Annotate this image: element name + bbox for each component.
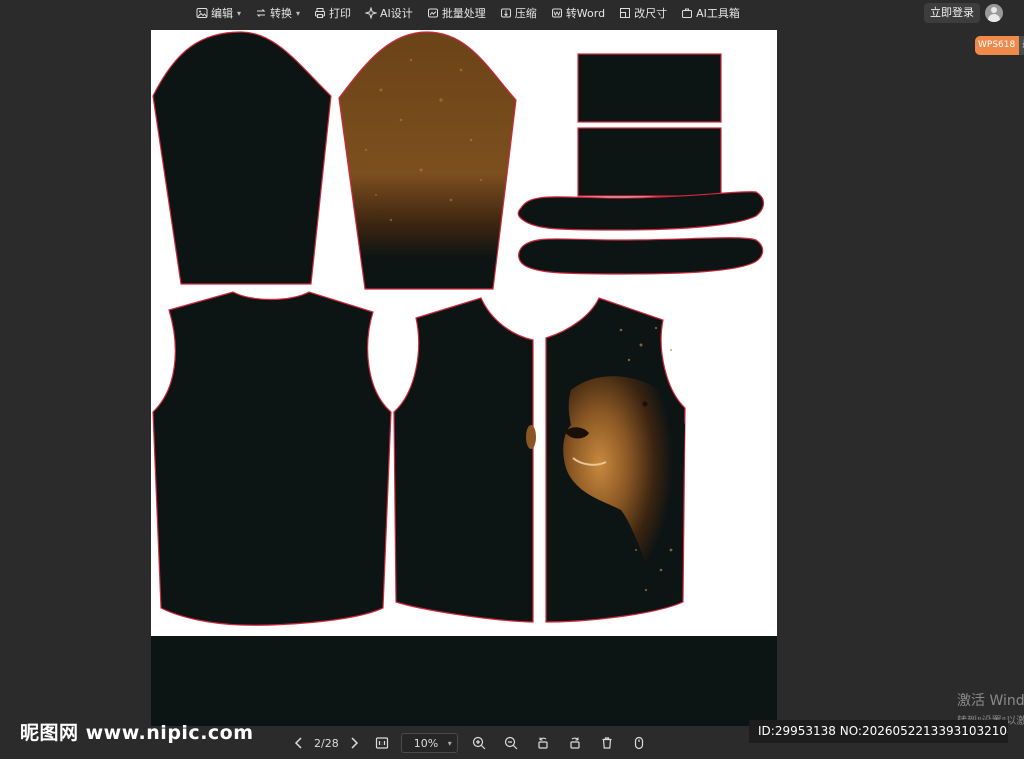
chevron-down-icon: ▾	[447, 738, 452, 748]
chevron-down-icon: ▾	[296, 8, 301, 18]
zoom-in-icon	[472, 736, 486, 750]
avatar-body	[988, 14, 1000, 22]
toolbar-to-word[interactable]: 转Word	[551, 5, 605, 21]
previous-page-button[interactable]	[288, 732, 310, 754]
sleeve-left	[152, 31, 332, 285]
waistband-2	[518, 237, 764, 275]
printer-icon	[315, 8, 326, 18]
collar-piece-1	[577, 53, 722, 123]
lion-eye	[642, 401, 648, 407]
toolbar-ai-design[interactable]: AI设计	[365, 5, 413, 21]
waistband-1	[517, 191, 765, 231]
toolbar-ai-toolbox-label: AI工具箱	[696, 7, 740, 20]
collar-piece-2	[577, 127, 722, 197]
login-button[interactable]: 立即登录	[924, 3, 980, 23]
toolbar-to-word-label: 转Word	[565, 7, 606, 20]
back-panel	[152, 291, 392, 626]
chevron-down-icon: ▾	[237, 8, 242, 18]
toolbar-resize-label: 改尺寸	[634, 7, 668, 20]
zoom-select[interactable]: 10% ▾	[400, 733, 458, 753]
promo-badge[interactable]: WPS618最	[975, 36, 1024, 55]
toolbar-batch[interactable]: 批量处理	[427, 5, 486, 21]
document-page-lower	[151, 636, 777, 726]
promo-extra: 最	[1019, 36, 1024, 55]
image-edit-icon	[196, 8, 208, 18]
trash-icon	[602, 737, 612, 749]
zoom-out-icon	[504, 736, 518, 750]
rotate-right-icon	[570, 737, 580, 749]
site-watermark: 昵图网 www.nipic.com	[20, 722, 254, 744]
toolbar-convert[interactable]: 转换 ▾	[255, 5, 300, 21]
rotate-left-icon	[538, 737, 548, 749]
toolbar-compress-label: 压缩	[514, 7, 537, 20]
zoom-in-button[interactable]	[468, 732, 490, 754]
toolbar-resize[interactable]: 改尺寸	[619, 5, 667, 21]
next-page-button[interactable]	[343, 732, 365, 754]
toolbar-tools: 编辑 ▾ 转换 ▾ 打印 AI设计 批量处理 压缩 转Word 改尺寸 AI工具…	[196, 0, 740, 26]
chevron-left-icon	[294, 737, 302, 749]
sleeve-right	[338, 31, 517, 290]
bottom-navigation: 2/28 10% ▾	[288, 731, 650, 755]
compress-icon	[500, 8, 511, 18]
top-toolbar: 编辑 ▾ 转换 ▾ 打印 AI设计 批量处理 压缩 转Word 改尺寸 AI工具…	[0, 0, 1024, 26]
page-indicator: 2/28	[314, 736, 339, 750]
zoom-value: 10%	[413, 736, 439, 750]
toolbar-print-label: 打印	[329, 7, 352, 20]
toolbar-print[interactable]: 打印	[314, 5, 351, 21]
avatar-head	[991, 7, 997, 13]
toolbar-ai-toolbox[interactable]: AI工具箱	[681, 5, 740, 21]
front-left-panel	[393, 297, 534, 623]
actual-size-button[interactable]	[371, 732, 393, 754]
toolbar-convert-label: 转换	[270, 7, 293, 20]
image-id-label: ID:29953138 NO:20260522133931032108	[749, 720, 1008, 743]
chevron-right-icon	[351, 737, 358, 749]
os-activation-title: 激活 Windows	[957, 693, 1024, 709]
toolbar-edit[interactable]: 编辑 ▾	[196, 5, 241, 21]
rotate-right-button[interactable]	[564, 732, 586, 754]
lion-ear-fragment	[526, 425, 536, 449]
toolbar-edit-label: 编辑	[211, 7, 233, 20]
avatar-icon[interactable]	[985, 4, 1003, 22]
toolbar-compress[interactable]: 压缩	[500, 5, 537, 21]
rotate-left-button[interactable]	[532, 732, 554, 754]
toolbar-ai-design-label: AI设计	[380, 7, 413, 20]
convert-icon	[256, 9, 266, 17]
ai-design-icon	[365, 7, 378, 19]
document-page	[151, 30, 777, 636]
ai-toolbox-icon	[682, 8, 693, 18]
resize-icon	[620, 8, 631, 18]
delete-button[interactable]	[596, 732, 618, 754]
promo-label: WPS618	[978, 40, 1016, 50]
batch-icon	[427, 8, 438, 18]
actual-size-icon	[375, 737, 388, 749]
garment-pattern-image	[152, 31, 765, 626]
toolbar-batch-label: 批量处理	[441, 7, 486, 20]
more-button[interactable]	[628, 732, 650, 754]
word-icon	[551, 8, 562, 18]
zoom-out-button[interactable]	[500, 732, 522, 754]
mouse-icon	[634, 736, 643, 750]
